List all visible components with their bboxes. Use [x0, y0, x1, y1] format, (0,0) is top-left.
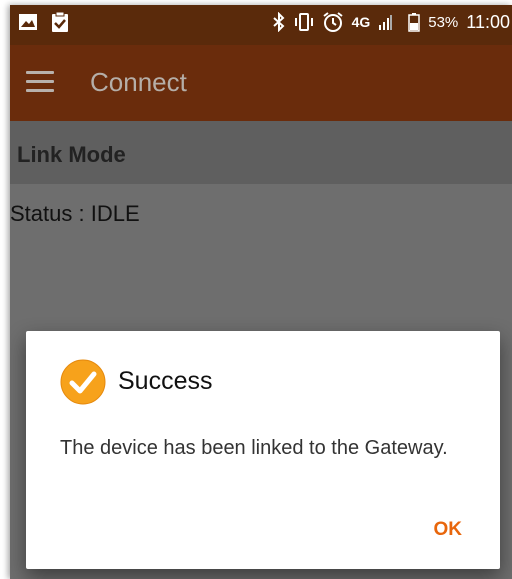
success-dialog: Success The device has been linked to th…	[26, 331, 500, 569]
clock: 11:00	[466, 11, 510, 32]
battery-icon	[408, 12, 420, 32]
signal-icon	[378, 13, 393, 31]
app-toolbar: Connect	[10, 45, 512, 121]
status-label: Status : IDLE	[10, 201, 140, 226]
status-left-icons	[18, 11, 70, 33]
status-bar: 4G 53% 11:00	[10, 5, 512, 45]
dialog-title: Success	[118, 367, 213, 395]
clipboard-check-icon	[50, 11, 70, 33]
battery-percentage: 53%	[428, 13, 459, 31]
menu-icon[interactable]	[26, 71, 54, 93]
network-type-label: 4G	[351, 14, 371, 30]
status-right-icons: 4G 53% 11:00	[272, 11, 510, 33]
check-circle-icon	[60, 359, 106, 405]
bluetooth-icon	[272, 12, 286, 32]
section-header: Link Mode	[10, 121, 512, 184]
section-title: Link Mode	[17, 142, 126, 167]
ok-button[interactable]: OK	[426, 515, 471, 545]
phone-screen: 4G 53% 11:00 Connect Link Mode Status : …	[10, 5, 512, 579]
image-icon	[18, 12, 38, 32]
vibrate-icon	[294, 12, 314, 32]
dialog-message: The device has been linked to the Gatewa…	[60, 437, 448, 459]
alarm-icon	[322, 11, 344, 33]
page-title: Connect	[90, 67, 187, 97]
